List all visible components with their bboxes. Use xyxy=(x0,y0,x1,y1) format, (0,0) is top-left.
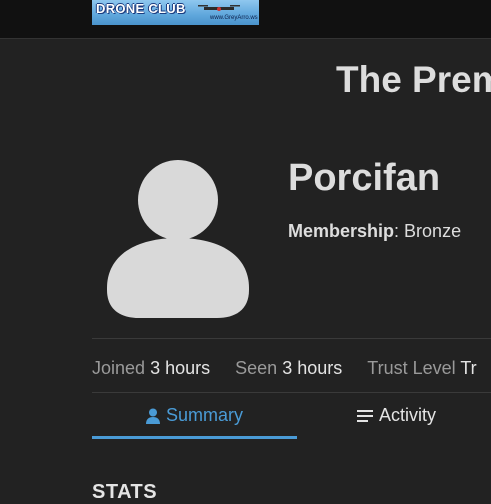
site-logo[interactable]: DRONE CLUB www.GreyArro.ws xyxy=(92,0,259,25)
stat-label: Seen xyxy=(235,358,278,378)
logo-url-text: www.GreyArro.ws xyxy=(210,15,258,21)
user-icon xyxy=(145,408,160,425)
profile-tabs: Summary Activity xyxy=(92,393,491,439)
membership-label: Membership xyxy=(288,221,395,241)
avatar[interactable] xyxy=(105,160,251,320)
user-stats-row: Joined 3 hours Seen 3 hours Trust Level … xyxy=(92,357,491,379)
username-heading: Porcifan xyxy=(288,157,441,199)
tab-summary[interactable]: Summary xyxy=(92,393,297,439)
stat-value: 3 hours xyxy=(150,358,211,378)
membership-separator: : xyxy=(394,221,405,241)
drone-icon xyxy=(198,5,240,11)
membership-info: Membership: Bronze xyxy=(288,220,461,242)
top-header-bar: DRONE CLUB www.GreyArro.ws xyxy=(0,0,491,39)
tab-label: Summary xyxy=(165,405,243,425)
stat-value: Tr xyxy=(460,358,477,378)
tab-label: Activity xyxy=(379,405,437,425)
divider xyxy=(92,338,491,339)
logo-text: DRONE CLUB xyxy=(96,1,186,16)
site-title: The Prem xyxy=(336,59,491,100)
stats-section-heading: STATS xyxy=(92,481,158,503)
membership-value: Bronze xyxy=(404,221,462,241)
tab-activity[interactable]: Activity xyxy=(357,393,436,437)
stat-label: Joined xyxy=(92,358,146,378)
stat-trust-level: Trust Level Tr xyxy=(367,358,476,378)
stat-joined: Joined 3 hours xyxy=(92,358,215,378)
list-icon xyxy=(357,410,373,423)
stat-seen: Seen 3 hours xyxy=(235,358,347,378)
stat-value: 3 hours xyxy=(282,358,343,378)
stat-label: Trust Level xyxy=(367,358,456,378)
